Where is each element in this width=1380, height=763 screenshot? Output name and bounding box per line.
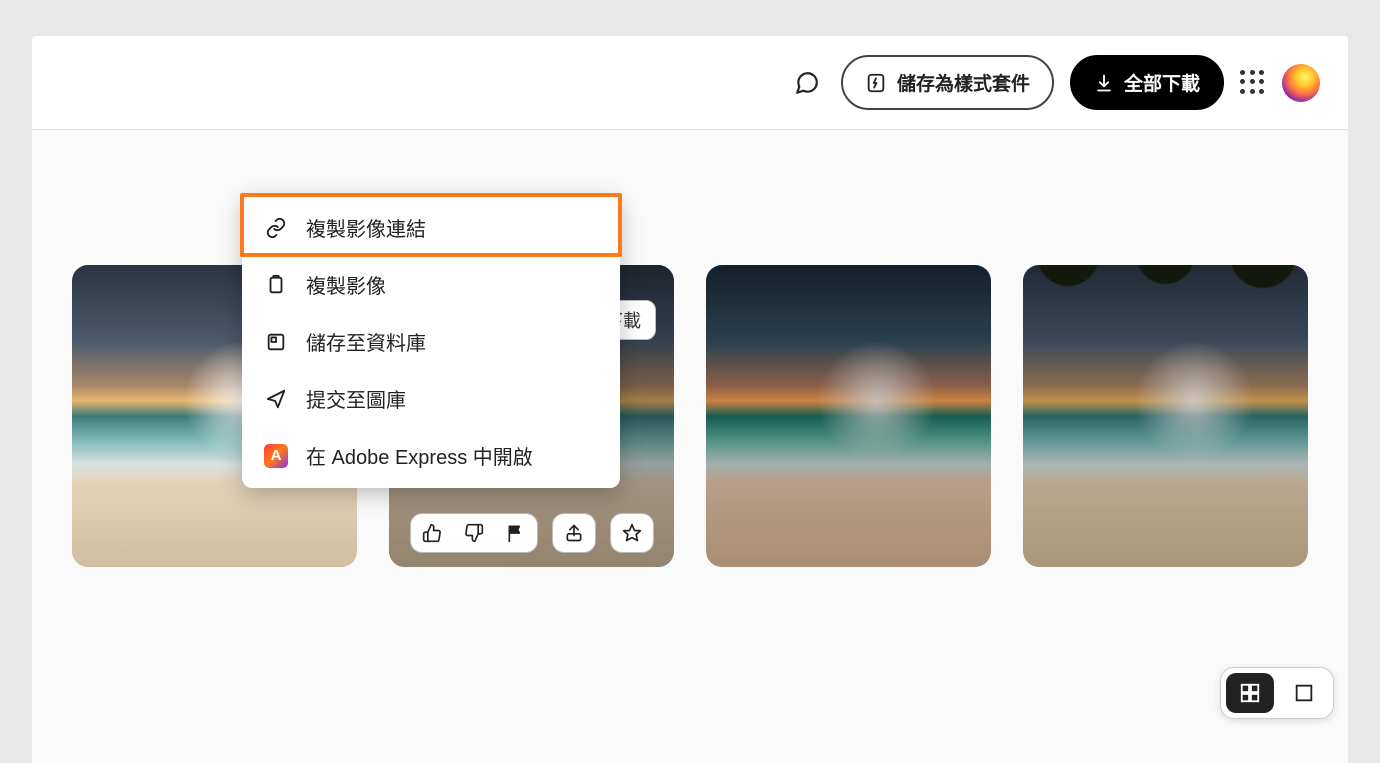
flag-button[interactable]: [495, 513, 537, 553]
single-icon: [1293, 682, 1315, 704]
adobe-express-icon: A: [264, 444, 288, 468]
thumbs-down-button[interactable]: [453, 513, 495, 553]
feedback-button[interactable]: [789, 65, 825, 101]
apps-grid-button[interactable]: [1240, 70, 1266, 96]
download-all-label: 全部下載: [1124, 69, 1200, 96]
avatar[interactable]: [1282, 64, 1320, 102]
ctx-item-label: 複製影像: [306, 270, 386, 299]
flag-icon: [506, 523, 526, 543]
beach-image: [1023, 265, 1308, 567]
ctx-item-label: 提交至圖庫: [306, 384, 406, 413]
star-icon: [622, 523, 642, 543]
thumbs-down-icon: [464, 523, 484, 543]
download-icon: [1094, 73, 1114, 93]
ctx-item-label: 複製影像連結: [306, 213, 426, 242]
content-area: 下載: [32, 130, 1348, 763]
context-menu: 複製影像連結 複製影像 儲存至資料庫 提交至圖庫: [242, 195, 620, 488]
thumbs-up-button[interactable]: [411, 513, 453, 553]
send-icon: [264, 387, 288, 411]
rating-group: [410, 513, 538, 553]
thumbnail-4[interactable]: [1023, 265, 1308, 567]
thumbnail-action-row: [389, 513, 674, 553]
ctx-item-label: 在 Adobe Express 中開啟: [306, 441, 533, 470]
thumbnail-3[interactable]: [706, 265, 991, 567]
clipboard-icon: [264, 273, 288, 297]
topbar: 儲存為樣式套件 全部下載: [32, 36, 1348, 130]
link-icon: [264, 216, 288, 240]
ctx-copy-image[interactable]: 複製影像: [242, 256, 620, 313]
favorite-button[interactable]: [610, 513, 654, 553]
ctx-submit-to-stock[interactable]: 提交至圖庫: [242, 370, 620, 427]
thumbs-up-icon: [422, 523, 442, 543]
library-icon: [264, 330, 288, 354]
app-window: 儲存為樣式套件 全部下載 下載: [32, 36, 1348, 763]
view-toggle: [1220, 667, 1334, 719]
save-style-kit-button[interactable]: 儲存為樣式套件: [841, 55, 1054, 110]
ctx-copy-image-link[interactable]: 複製影像連結: [242, 199, 620, 256]
grid-view-button[interactable]: [1226, 673, 1274, 713]
download-all-button[interactable]: 全部下載: [1070, 55, 1224, 110]
ctx-item-label: 儲存至資料庫: [306, 327, 426, 356]
ctx-save-to-library[interactable]: 儲存至資料庫: [242, 313, 620, 370]
bolt-icon: [865, 72, 887, 94]
foliage-overlay: [1023, 265, 1308, 325]
share-icon: [564, 523, 584, 543]
share-button[interactable]: [552, 513, 596, 553]
ctx-open-in-express[interactable]: A 在 Adobe Express 中開啟: [242, 427, 620, 484]
grid-icon: [1239, 682, 1261, 704]
save-style-kit-label: 儲存為樣式套件: [897, 69, 1030, 96]
single-view-button[interactable]: [1280, 673, 1328, 713]
beach-image: [706, 265, 991, 567]
